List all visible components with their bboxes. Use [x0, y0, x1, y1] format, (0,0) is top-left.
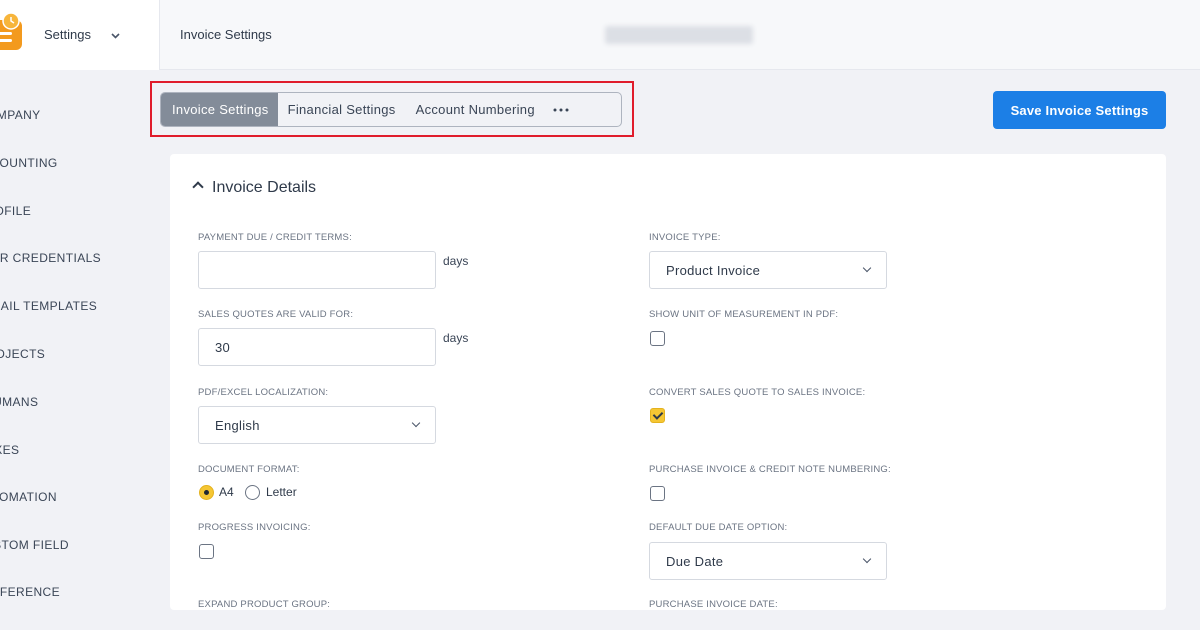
- default-due-label: DEFAULT DUE DATE OPTION:: [649, 522, 788, 533]
- expand-product-group-label: EXPAND PRODUCT GROUP:: [198, 599, 331, 610]
- document-format-radio-letter[interactable]: [245, 485, 260, 500]
- show-uom-label: SHOW UNIT OF MEASUREMENT IN PDF:: [649, 309, 839, 320]
- sidebar-item-projects[interactable]: PROJECTS: [0, 347, 45, 361]
- tab-invoice-settings[interactable]: Invoice Settings: [161, 93, 278, 126]
- sidebar-item-profile[interactable]: PROFILE: [0, 204, 31, 218]
- brand-area: Settings: [0, 0, 160, 70]
- app-logo-icon: [0, 12, 22, 50]
- purchase-numbering-label: PURCHASE INVOICE & CREDIT NOTE NUMBERING…: [649, 464, 891, 475]
- sidebar-item-automation[interactable]: AUTOMATION: [0, 490, 57, 504]
- purchase-numbering-checkbox[interactable]: [650, 486, 665, 501]
- quotes-valid-suffix: days: [443, 331, 469, 345]
- sidebar-item-taxes[interactable]: TAXES: [0, 443, 19, 457]
- convert-quote-checkbox[interactable]: [650, 408, 665, 423]
- chevron-down-icon[interactable]: [110, 30, 121, 41]
- chevron-down-icon: [862, 263, 872, 273]
- tab-account-numbering[interactable]: Account Numbering: [406, 93, 545, 126]
- convert-quote-label: CONVERT SALES QUOTE TO SALES INVOICE:: [649, 387, 866, 398]
- chevron-down-icon: [411, 418, 421, 428]
- sidebar-item-custom-field[interactable]: CUSTOM FIELD: [0, 538, 69, 552]
- default-due-value: Due Date: [666, 553, 724, 569]
- localization-value: English: [215, 417, 260, 433]
- progress-invoicing-label: PROGRESS INVOICING:: [198, 522, 311, 533]
- sidebar-item-company[interactable]: COMPANY: [0, 108, 41, 122]
- sidebar-item-accounting[interactable]: ACCOUNTING: [0, 156, 58, 170]
- more-dots: [553, 108, 569, 111]
- invoice-details-card: Invoice Details PAYMENT DUE / CREDIT TER…: [170, 154, 1166, 610]
- settings-tabs: Invoice Settings Financial Settings Acco…: [160, 92, 622, 127]
- invoice-type-value: Product Invoice: [666, 262, 761, 278]
- payment-due-input[interactable]: [198, 251, 436, 289]
- save-invoice-settings-button[interactable]: Save Invoice Settings: [993, 91, 1166, 129]
- quotes-valid-label: SALES QUOTES ARE VALID FOR:: [198, 309, 354, 320]
- chevron-up-icon[interactable]: [192, 181, 204, 193]
- purchase-invoice-date-label: PURCHASE INVOICE DATE:: [649, 599, 778, 610]
- localization-select[interactable]: English: [198, 406, 436, 444]
- section-header[interactable]: Invoice Details: [192, 179, 317, 197]
- payment-due-label: PAYMENT DUE / CREDIT TERMS:: [198, 232, 352, 243]
- default-due-select[interactable]: Due Date: [649, 542, 887, 580]
- sidebar-item-humans[interactable]: HUMANS: [0, 395, 38, 409]
- module-switcher-label[interactable]: Settings: [44, 27, 91, 42]
- document-format-a4-label: A4: [219, 485, 234, 499]
- sidebar: COMPANY ACCOUNTING PROFILE USER CREDENTI…: [0, 71, 160, 630]
- document-format-radio-a4[interactable]: [199, 485, 214, 500]
- company-name-blurred: [605, 26, 753, 44]
- top-bar: Settings Invoice Settings: [0, 0, 1200, 70]
- sidebar-item-email-templates[interactable]: EMAIL TEMPLATES: [0, 299, 97, 313]
- section-title: Invoice Details: [212, 179, 317, 196]
- invoice-type-select[interactable]: Product Invoice: [649, 251, 887, 289]
- tab-financial-settings[interactable]: Financial Settings: [278, 93, 406, 126]
- invoice-type-label: INVOICE TYPE:: [649, 232, 721, 243]
- progress-invoicing-checkbox[interactable]: [199, 544, 214, 559]
- show-uom-checkbox[interactable]: [650, 331, 665, 346]
- sidebar-item-user-credentials[interactable]: USER CREDENTIALS: [0, 251, 101, 265]
- payment-due-suffix: days: [443, 254, 469, 268]
- document-format-letter-label: Letter: [266, 485, 297, 499]
- localization-label: PDF/EXCEL LOCALIZATION:: [198, 387, 329, 398]
- document-format-label: DOCUMENT FORMAT:: [198, 464, 300, 475]
- chevron-down-icon: [862, 554, 872, 564]
- more-icon[interactable]: [545, 93, 579, 126]
- breadcrumb: Invoice Settings: [180, 27, 272, 42]
- quotes-valid-input[interactable]: 30: [198, 328, 436, 366]
- sidebar-item-preference[interactable]: PREFERENCE: [0, 585, 60, 599]
